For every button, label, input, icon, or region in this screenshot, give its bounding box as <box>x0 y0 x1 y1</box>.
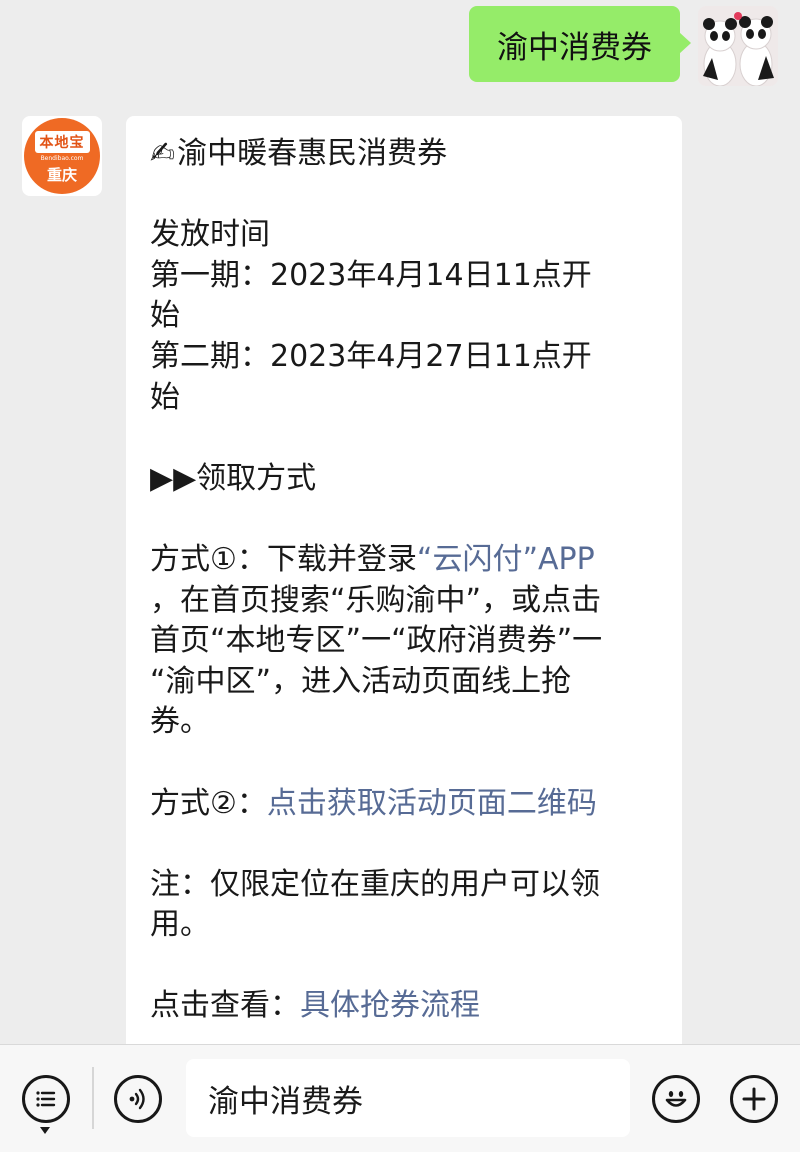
message-input[interactable]: 渝中消费券 <box>186 1059 630 1137</box>
message-title-line: ✍渝中暖春惠民消费券 <box>150 134 656 175</box>
method-heading: ▶▶领取方式 <box>150 460 317 496</box>
outgoing-text: 渝中消费券 <box>497 29 652 66</box>
method2-prefix: 方式②： <box>150 785 267 821</box>
qr-code-link[interactable]: 点击获取活动页面二维码 <box>267 786 597 821</box>
emoji-icon[interactable] <box>652 1075 700 1123</box>
message-input-value: 渝中消费券 <box>208 1083 363 1120</box>
method1-line-2: ，在首页搜索“乐购渝中”，或点击 <box>150 582 602 618</box>
bendibao-logo: 本地宝 Bendibao.com 重庆 <box>24 118 100 194</box>
method1-line-3: 首页“本地专区”一“政府消费券”一 <box>150 623 603 659</box>
writing-hand-icon: ✍ <box>150 136 176 171</box>
plus-sign-icon <box>742 1087 766 1111</box>
method1-prefix: 方式①：下载并登录 <box>150 541 417 577</box>
plus-icon[interactable] <box>730 1075 778 1123</box>
logo-url-text: Bendibao.com <box>40 155 84 162</box>
view-prefix: 点击查看： <box>150 988 300 1024</box>
logo-city-text: 重庆 <box>46 166 77 184</box>
chat-input-bar: 渝中消费券 <box>0 1044 800 1152</box>
note-line: 注：仅限定位在重庆的用户可以领 <box>150 866 600 902</box>
incoming-message: 本地宝 Bendibao.com 重庆 ✍渝中暖春惠民消费券 发放时间 第一期：… <box>22 116 682 1056</box>
outgoing-bubble[interactable]: 渝中消费券 <box>469 6 691 82</box>
period2-line-cont: 始 <box>150 379 180 415</box>
sound-waves-icon <box>129 1088 145 1110</box>
panda-figures-image <box>698 6 778 86</box>
message-title: 渝中暖春惠民消费券 <box>177 136 448 171</box>
incoming-bubble[interactable]: ✍渝中暖春惠民消费券 发放时间 第一期：2023年4月14日11点开 始 第二期… <box>126 116 682 1056</box>
yunshanfu-app-link[interactable]: “云闪付”APP <box>417 542 595 577</box>
period2-line: 第二期：2023年4月27日11点开 <box>150 338 592 374</box>
logo-top-text: 本地宝 <box>34 131 90 153</box>
bendibao-avatar[interactable]: 本地宝 Bendibao.com 重庆 <box>22 116 102 196</box>
process-link[interactable]: 具体抢券流程 <box>300 988 480 1023</box>
menu-caret-icon <box>40 1127 50 1134</box>
period1-line: 第一期：2023年4月14日11点开 <box>150 257 592 293</box>
release-heading: 发放时间 <box>150 217 270 253</box>
menu-icon[interactable] <box>22 1075 70 1123</box>
view-line: 点击查看：具体抢券流程 <box>150 986 656 1027</box>
divider <box>92 1067 94 1129</box>
method1-line-5: 券。 <box>150 704 210 740</box>
smiley-face-icon <box>665 1091 687 1107</box>
method2-line: 方式②：点击获取活动页面二维码 <box>150 784 656 825</box>
method1-line-4: “渝中区”，进入活动页面线上抢 <box>150 663 572 699</box>
period1-line-cont: 始 <box>150 298 180 334</box>
method1-line: 方式①：下载并登录“云闪付”APP <box>150 540 656 581</box>
note-line-cont: 用。 <box>150 907 210 943</box>
list-lines-icon <box>36 1091 56 1107</box>
outgoing-message: 渝中消费券 <box>469 6 778 86</box>
user-avatar[interactable] <box>698 6 778 86</box>
voice-icon[interactable] <box>114 1075 162 1123</box>
